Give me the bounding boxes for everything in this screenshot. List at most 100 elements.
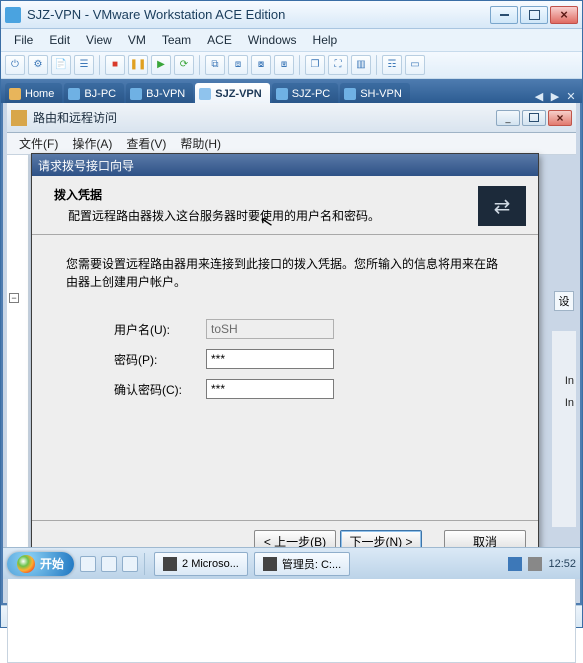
tb-file[interactable]: 📄: [51, 55, 71, 75]
tray-sound-icon[interactable]: [528, 557, 542, 571]
quick-launch: [80, 556, 138, 572]
vmware-window: SJZ-VPN - VMware Workstation ACE Edition…: [0, 0, 583, 628]
wizard-title: 请求拨号接口向导: [32, 154, 538, 176]
tb-poweroff[interactable]: ⏻: [5, 55, 25, 75]
home-icon: [9, 88, 21, 100]
start-label: 开始: [40, 555, 64, 572]
menu-view[interactable]: View: [79, 31, 119, 49]
menu-windows[interactable]: Windows: [241, 31, 304, 49]
close-button[interactable]: [550, 6, 578, 24]
tb-summary[interactable]: ☶: [382, 55, 402, 75]
rras-menu-action[interactable]: 操作(A): [66, 133, 118, 154]
tab-bj-vpn[interactable]: BJ-VPN: [126, 83, 193, 103]
tb-snap-mgr[interactable]: ⧆: [274, 55, 294, 75]
rras-title: 路由和远程访问: [33, 109, 496, 126]
tree-collapse-icon[interactable]: −: [9, 293, 19, 303]
task-icon: [163, 557, 177, 571]
tray-network-icon[interactable]: [508, 557, 522, 571]
password-label: 密码(P):: [114, 351, 206, 368]
rras-close-button[interactable]: [548, 110, 572, 126]
vm-icon: [130, 88, 142, 100]
wizard-body: 您需要设置远程路由器用来连接到此接口的拨入凭据。您所输入的信息将用来在路由器上创…: [32, 235, 538, 520]
tab-sh-vpn[interactable]: SH-VPN: [340, 83, 410, 103]
ql-desktop-icon[interactable]: [122, 556, 138, 572]
menu-team[interactable]: Team: [155, 31, 198, 49]
rras-menu-help[interactable]: 帮助(H): [174, 133, 227, 154]
maximize-button[interactable]: [520, 6, 548, 24]
minimize-button[interactable]: [490, 6, 518, 24]
wizard-dialog: 请求拨号接口向导 拨入凭据 配置远程路由器拨入这台服务器时要使用的用户名和密码。…: [31, 153, 539, 563]
vm-tabs: Home BJ-PC BJ-VPN SJZ-VPN SJZ-PC SH-VPN …: [1, 79, 582, 103]
task-label: 2 Microso...: [182, 558, 239, 570]
vm-icon: [68, 88, 80, 100]
tab-close-icon[interactable]: ✕: [564, 89, 578, 103]
confirm-password-field[interactable]: [206, 379, 334, 399]
separator: [376, 55, 377, 75]
tb-snapshot[interactable]: ⧉: [205, 55, 225, 75]
tab-next-icon[interactable]: ▶: [548, 89, 562, 103]
side-fragment: 设 In In: [552, 331, 576, 527]
tab-label: SJZ-VPN: [215, 88, 261, 100]
windows-orb-icon: [17, 555, 35, 573]
menu-edit[interactable]: Edit: [42, 31, 77, 49]
menu-help[interactable]: Help: [306, 31, 345, 49]
confirm-label: 确认密码(C):: [114, 381, 206, 398]
menu-file[interactable]: File: [7, 31, 40, 49]
side-button[interactable]: 设: [554, 291, 574, 311]
tab-label: SJZ-PC: [292, 88, 331, 100]
wizard-header-title: 拨入凭据: [54, 186, 478, 203]
tb-play[interactable]: ▶: [151, 55, 171, 75]
tab-sjz-pc[interactable]: SJZ-PC: [272, 83, 339, 103]
rras-menu-view[interactable]: 查看(V): [120, 133, 172, 154]
rras-min-button[interactable]: _: [496, 110, 520, 126]
window-title: SJZ-VPN - VMware Workstation ACE Edition: [27, 7, 490, 22]
password-field[interactable]: [206, 349, 334, 369]
tab-label: BJ-VPN: [146, 88, 185, 100]
menu-vm[interactable]: VM: [121, 31, 153, 49]
rras-menu-file[interactable]: 文件(F): [13, 133, 64, 154]
username-label: 用户名(U):: [114, 321, 206, 338]
tb-fullscreen[interactable]: ⛶: [328, 55, 348, 75]
tb-unity[interactable]: ❐: [305, 55, 325, 75]
rras-titlebar: 路由和远程访问 _: [7, 103, 576, 133]
tab-bj-pc[interactable]: BJ-PC: [64, 83, 124, 103]
tb-settings[interactable]: ⚙: [28, 55, 48, 75]
tab-home[interactable]: Home: [5, 83, 62, 103]
toolbar: ⏻ ⚙ 📄 ☰ ■ ❚❚ ▶ ⟳ ⧉ ⧈ ⧇ ⧆ ❐ ⛶ ▥ ☶ ▭: [1, 51, 582, 79]
wizard-header-sub: 配置远程路由器拨入这台服务器时要使用的用户名和密码。: [68, 207, 478, 224]
ql-ie-icon[interactable]: [101, 556, 117, 572]
tb-reset[interactable]: ⟳: [174, 55, 194, 75]
tree-pane-fragment: −: [7, 155, 29, 563]
separator: [144, 553, 148, 575]
tab-prev-icon[interactable]: ◀: [532, 89, 546, 103]
tb-console[interactable]: ▭: [405, 55, 425, 75]
task-item[interactable]: 管理员: C:...: [254, 552, 350, 576]
username-field: [206, 319, 334, 339]
tb-snap-revert[interactable]: ⧇: [251, 55, 271, 75]
rras-restore-button[interactable]: [522, 110, 546, 126]
clock[interactable]: 12:52: [548, 558, 576, 570]
rras-menubar: 文件(F) 操作(A) 查看(V) 帮助(H): [7, 133, 576, 155]
separator: [199, 55, 200, 75]
tab-label: SH-VPN: [360, 88, 402, 100]
menubar: File Edit View VM Team ACE Windows Help: [1, 29, 582, 51]
wizard-header: 拨入凭据 配置远程路由器拨入这台服务器时要使用的用户名和密码。 ⇄: [32, 176, 538, 235]
tb-pause[interactable]: ❚❚: [128, 55, 148, 75]
tb-library[interactable]: ☰: [74, 55, 94, 75]
ql-explorer-icon[interactable]: [80, 556, 96, 572]
guest-screen[interactable]: 路由和远程访问 _ 文件(F) 操作(A) 查看(V) 帮助(H) − 设 In…: [1, 103, 582, 605]
titlebar: SJZ-VPN - VMware Workstation ACE Edition: [1, 1, 582, 29]
side-text: In: [565, 375, 574, 387]
tb-multimon[interactable]: ▥: [351, 55, 371, 75]
task-item[interactable]: 2 Microso...: [154, 552, 248, 576]
window-buttons: [490, 6, 578, 24]
tb-snap-take[interactable]: ⧈: [228, 55, 248, 75]
task-label: 管理员: C:...: [282, 556, 341, 572]
separator: [299, 55, 300, 75]
start-button[interactable]: 开始: [7, 552, 74, 576]
side-text: In: [565, 397, 574, 409]
tab-sjz-vpn[interactable]: SJZ-VPN: [195, 83, 269, 103]
menu-ace[interactable]: ACE: [200, 31, 239, 49]
tb-stop[interactable]: ■: [105, 55, 125, 75]
tab-label: Home: [25, 88, 54, 100]
